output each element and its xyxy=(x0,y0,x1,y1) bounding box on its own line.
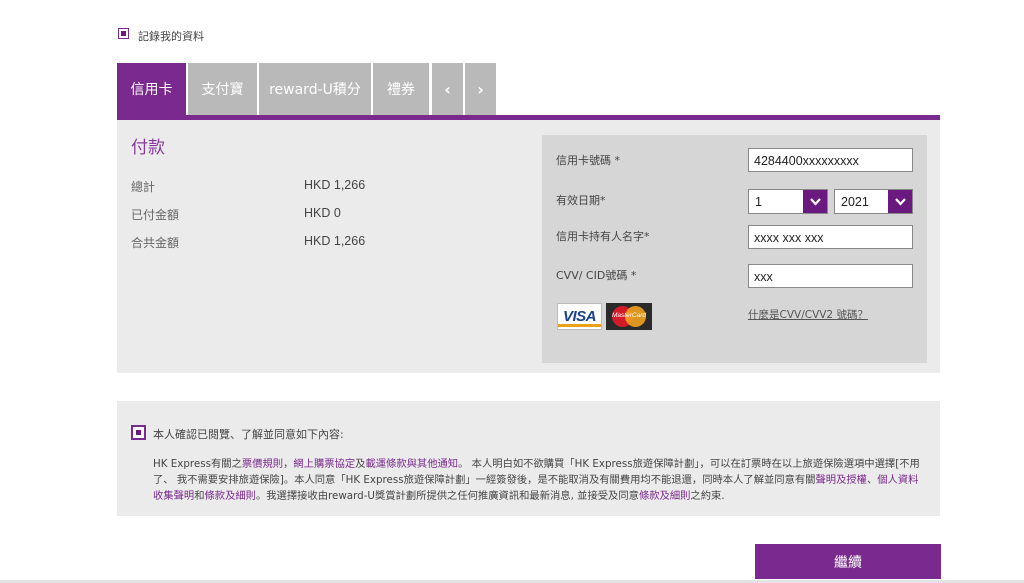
total-value: HKD 1,266 xyxy=(304,178,366,192)
mastercard-logo: MasterCard xyxy=(606,303,652,330)
tab-voucher-label: 禮券 xyxy=(387,82,415,98)
cvv-label: CVV/ CID號碼 * xyxy=(556,269,637,282)
conditions-of-carriage-link[interactable]: 載運條款與其他通知 xyxy=(365,458,458,470)
total-label: 總計 xyxy=(131,180,156,194)
continue-button[interactable]: 繼續 xyxy=(755,544,941,579)
terms-conditions-link[interactable]: 條款及細則 xyxy=(204,490,255,502)
chevron-left-icon: ‹ xyxy=(444,79,451,99)
terms-text: 。我選擇接收由reward-U獎賞計劃所提供之任何推廣資訊和最新消息, 並接受及… xyxy=(255,490,639,502)
terms-body: HK Express有關之票價規則，網上購票協定及載運條款與其他通知。 本人明白… xyxy=(153,456,928,504)
expiry-year-select[interactable]: 2021 xyxy=(834,189,913,214)
cvv-help-link[interactable]: 什麼是CVV/CVV2 號碼？ xyxy=(748,307,868,322)
paid-label: 已付金額 xyxy=(131,208,180,222)
online-booking-agreement-link[interactable]: 網上購票協定 xyxy=(293,458,355,470)
declaration-link[interactable]: 聲明及授權 xyxy=(815,474,866,486)
tab-alipay[interactable]: 支付寶 xyxy=(188,63,257,115)
remember-label: 記錄我的資料 xyxy=(138,30,204,43)
tab-credit-card-label: 信用卡 xyxy=(130,82,173,98)
tab-alipay-label: 支付寶 xyxy=(201,82,244,98)
terms-text: 及 xyxy=(355,458,366,470)
tab-reward-u-label: reward-U積分 xyxy=(269,82,361,98)
expiry-month-value: 1 xyxy=(755,195,762,209)
terms-text: HK Express有關之 xyxy=(153,458,242,470)
terms-checkbox[interactable] xyxy=(131,425,146,440)
chevron-down-icon[interactable] xyxy=(888,190,912,213)
tab-credit-card[interactable]: 信用卡 xyxy=(117,63,186,115)
continue-label: 繼續 xyxy=(834,554,862,571)
terms-text: ， xyxy=(283,458,294,470)
visa-logo: VISA xyxy=(557,303,602,330)
card-number-input[interactable]: 4284400xxxxxxxxx xyxy=(748,148,913,172)
card-number-label: 信用卡號碼 * xyxy=(556,154,620,167)
terms-text: 和 xyxy=(194,490,205,502)
remember-checkbox[interactable] xyxy=(118,28,129,39)
grand-total-label: 合共金額 xyxy=(131,236,180,250)
chevron-right-icon: › xyxy=(477,79,484,99)
mastercard-logo-text: MasterCard xyxy=(612,312,646,319)
expiry-month-select[interactable]: 1 xyxy=(748,189,828,214)
terms-text: 之約束. xyxy=(690,490,725,502)
reward-u-terms-link[interactable]: 條款及細則 xyxy=(639,490,690,502)
cardholder-input[interactable]: xxxx xxx xxx xyxy=(748,225,913,249)
tab-reward-u[interactable]: reward-U積分 xyxy=(259,63,371,115)
grand-total-value: HKD 1,266 xyxy=(304,234,366,248)
chevron-down-icon[interactable] xyxy=(803,190,827,213)
terms-title: 本人確認已閱覽、了解並同意如下內容: xyxy=(153,428,344,441)
tab-next-button[interactable]: › xyxy=(465,63,496,115)
payment-title: 付款 xyxy=(131,138,165,158)
tab-prev-button[interactable]: ‹ xyxy=(432,63,463,115)
fare-rules-link[interactable]: 票價規則 xyxy=(242,458,283,470)
visa-logo-text: VISA xyxy=(562,308,597,325)
expiry-year-value: 2021 xyxy=(841,195,869,209)
tab-voucher[interactable]: 禮券 xyxy=(373,63,429,115)
expiry-label: 有效日期* xyxy=(556,194,606,207)
cardholder-label: 信用卡持有人名字* xyxy=(556,230,650,243)
paid-value: HKD 0 xyxy=(304,206,341,220)
cvv-input[interactable]: xxx xyxy=(748,264,913,288)
terms-text: 、 xyxy=(866,474,878,486)
